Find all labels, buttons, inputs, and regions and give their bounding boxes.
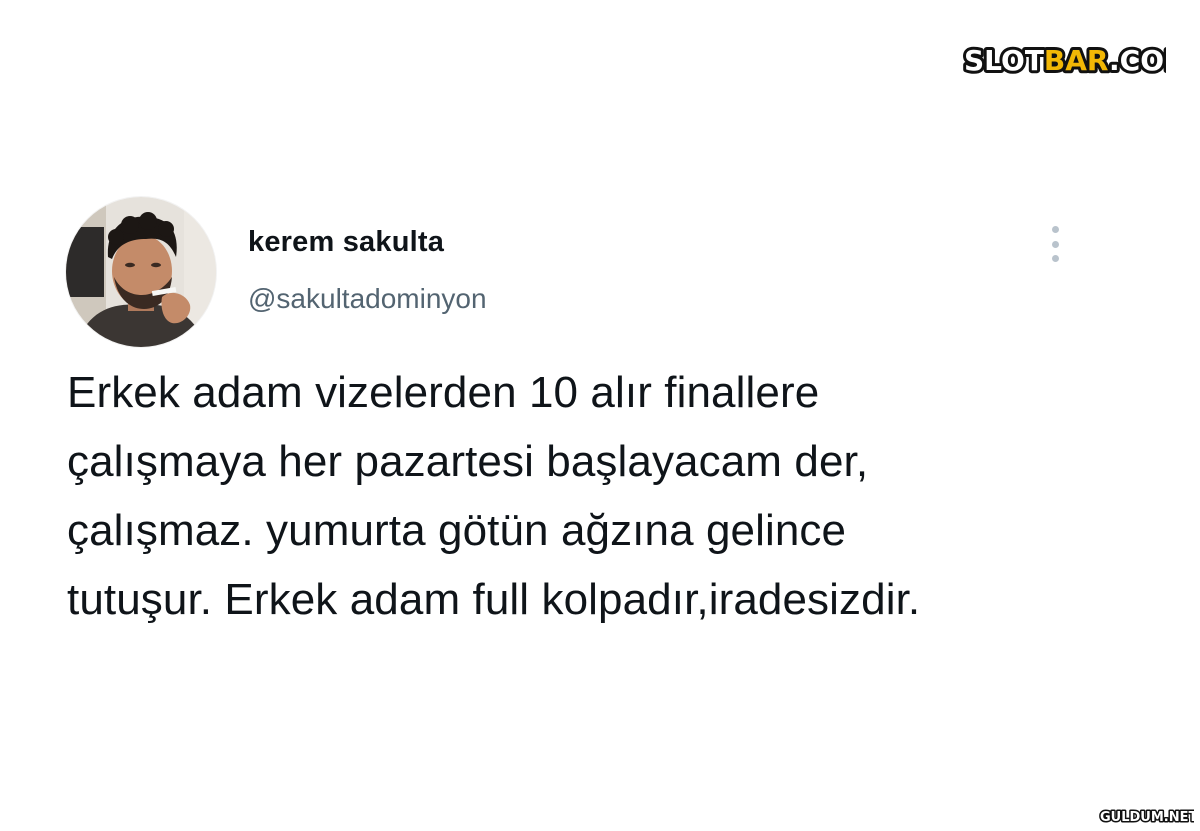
- tweet-text-line: tutuşur. Erkek adam full kolpadır,irades…: [67, 575, 921, 624]
- more-options-button[interactable]: [1040, 220, 1070, 268]
- vertical-ellipsis-icon: [1051, 255, 1059, 262]
- slotbar-watermark: SLOTBAR.COM SLOTBAR.COM: [961, 41, 1195, 80]
- vertical-ellipsis-icon: [1051, 226, 1059, 233]
- vertical-ellipsis-icon: [1051, 240, 1059, 248]
- display-name[interactable]: kerem sakulta: [248, 226, 444, 259]
- tweet-text-line: çalışmaz. yumurta götün ağzına gelince: [67, 506, 847, 555]
- guldum-watermark: GULDUM.NET: [1098, 804, 1199, 827]
- avatar[interactable]: [66, 197, 216, 347]
- tweet-text-line: Erkek adam vizelerden 10 alır finallere: [67, 368, 820, 417]
- svg-text:GULDUM.NET: GULDUM.NET: [1100, 810, 1194, 825]
- guldum-logo: GULDUM.NET: [1099, 809, 1199, 827]
- tweet-text-line: çalışmaya her pazartesi başlayacam der,: [67, 437, 869, 486]
- user-handle[interactable]: @sakultadominyon: [248, 283, 487, 315]
- tweet-text: Erkek adam vizelerden 10 alır finallere …: [67, 358, 1147, 634]
- slotbar-logo-suffix: .COM: [1109, 44, 1166, 76]
- slotbar-logo-highlight: BAR: [1044, 44, 1109, 76]
- svg-text:SLOTBAR.COM: SLOTBAR.COM: [964, 44, 1166, 76]
- profile-photo: [66, 197, 216, 347]
- slotbar-logo: SLOTBAR.COM SLOTBAR.COM: [961, 41, 1195, 80]
- slotbar-logo-prefix: SLOT: [964, 44, 1044, 76]
